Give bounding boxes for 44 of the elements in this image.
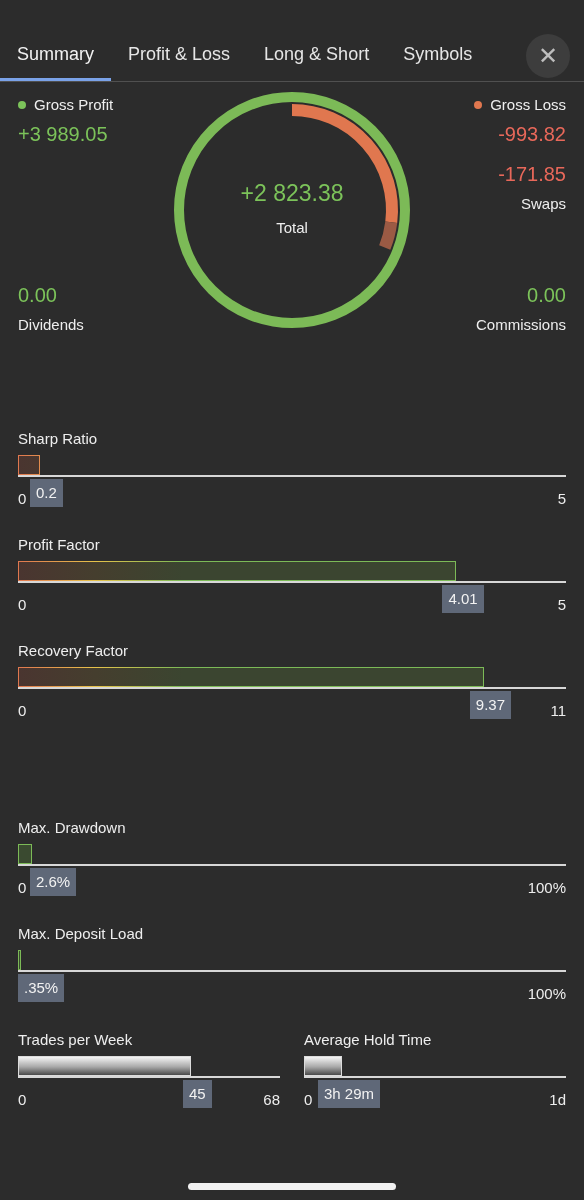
- scale-max: 11: [550, 701, 566, 721]
- scale-min: 0: [18, 701, 27, 721]
- scale-max: 1d: [549, 1090, 566, 1110]
- scale-max: 100%: [527, 984, 566, 1004]
- value-badge: 9.37: [469, 691, 511, 719]
- value-badge: 0.2: [30, 479, 63, 507]
- value-badge: .35%: [18, 974, 65, 1002]
- scale-min: 0: [304, 1090, 313, 1110]
- amount: 0.00: [527, 282, 566, 308]
- scale-max: 68: [263, 1090, 280, 1110]
- value-badge: 45: [182, 1080, 212, 1108]
- amount: -171.85: [498, 161, 566, 187]
- scale-max: 100%: [527, 878, 566, 898]
- tab[interactable]: Long & Short: [247, 30, 387, 81]
- total-label: Total: [276, 217, 308, 238]
- tab[interactable]: Symbols: [386, 30, 490, 81]
- value-badge: 3h 29m: [318, 1080, 381, 1108]
- meter-label: Max. Drawdown: [18, 818, 127, 838]
- meter-label: Average Hold Time: [304, 1030, 433, 1050]
- amount: -993.82: [498, 121, 566, 147]
- meter-label: Profit Factor: [18, 535, 101, 555]
- total-amount: +2 823.38: [240, 179, 344, 208]
- legend-label: Gross Profit: [34, 95, 114, 115]
- close-button[interactable]: ✕: [526, 33, 570, 78]
- amount-label: Swaps: [520, 193, 566, 214]
- amount-label: Dividends: [18, 314, 84, 335]
- meter-label: Trades per Week: [18, 1030, 134, 1050]
- meter-label: Recovery Factor: [18, 641, 130, 661]
- tab[interactable]: Summary: [0, 30, 111, 81]
- scale-max: 5: [557, 489, 566, 509]
- scale-min: 0: [18, 595, 27, 615]
- scale-min: 0: [18, 878, 27, 898]
- meter-label: Max. Deposit Load: [18, 924, 145, 944]
- amount-label: Commissions: [476, 314, 566, 335]
- value-badge: 2.6%: [30, 868, 77, 896]
- tab[interactable]: Profit & Loss: [111, 30, 248, 81]
- scale-min: 0: [18, 1090, 27, 1110]
- value-badge: 4.01: [442, 585, 484, 613]
- scale-min: 0: [18, 489, 27, 509]
- amount: +3 989.05: [18, 121, 108, 147]
- meter-label: Sharp Ratio: [18, 429, 99, 449]
- amount: 0.00: [18, 282, 57, 308]
- scale-max: 5: [557, 595, 566, 615]
- legend-label: Gross Loss: [490, 95, 566, 115]
